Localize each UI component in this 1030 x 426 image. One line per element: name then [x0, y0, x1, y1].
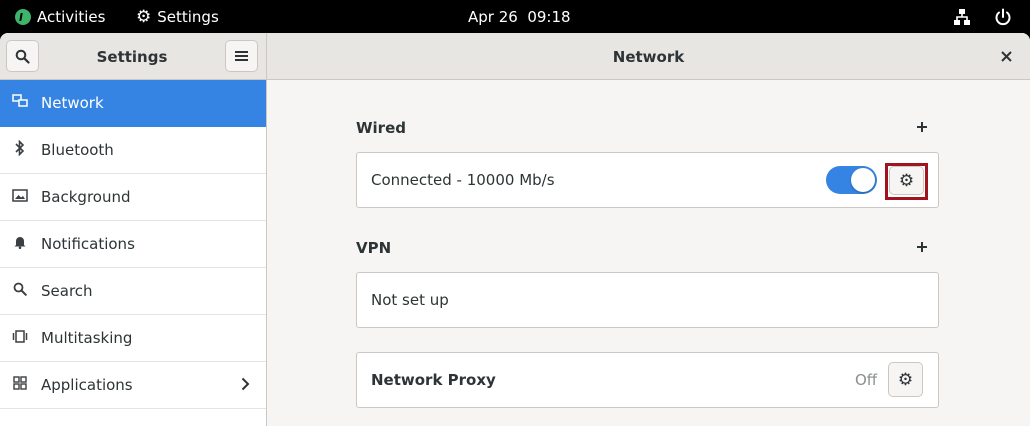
sidebar-item-label: Network [41, 94, 104, 112]
settings-window: Settings Network Network Bluetooth Backg… [0, 33, 1030, 426]
search-button[interactable] [6, 40, 39, 72]
proxy-settings-button[interactable]: ⚙ [888, 362, 923, 397]
gear-icon: ⚙ [898, 170, 915, 191]
wired-settings-button[interactable]: ⚙ [889, 166, 924, 195]
gear-icon: ⚙ [136, 6, 152, 27]
add-wired-button[interactable] [912, 116, 932, 138]
sidebar-item-multitasking[interactable]: Multitasking [0, 315, 266, 362]
bluetooth-icon [12, 139, 28, 160]
sidebar-item-background[interactable]: Background [0, 174, 266, 221]
page-title: Network [612, 47, 685, 66]
distro-logo-icon [15, 8, 31, 25]
bell-icon [12, 235, 28, 253]
search-icon [15, 49, 30, 64]
sidebar-item-label: Bluetooth [41, 141, 114, 159]
sidebar-item-applications[interactable]: Applications [0, 362, 266, 409]
vpn-section-title: VPN [356, 239, 392, 257]
app-menu-label: Settings [157, 7, 219, 26]
sidebar-item-search[interactable]: Search [0, 268, 266, 315]
sidebar-item-label: Notifications [41, 235, 135, 253]
proxy-label: Network Proxy [371, 371, 496, 389]
network-proxy-row[interactable]: Network Proxy Off ⚙ [356, 352, 939, 408]
vpn-row: Not set up [356, 272, 939, 328]
gear-icon: ⚙ [897, 369, 914, 390]
close-button[interactable] [1001, 46, 1012, 67]
sidebar-item-label: Background [41, 188, 131, 206]
plus-icon [917, 122, 927, 132]
sidebar-title: Settings [96, 47, 168, 66]
wired-status: Connected - 10000 Mb/s [371, 171, 555, 189]
proxy-status: Off [855, 371, 878, 389]
sidebar-item-label: Multitasking [41, 329, 133, 347]
add-vpn-button[interactable] [912, 236, 932, 258]
content-header: Network [267, 33, 1030, 80]
search-icon [12, 282, 28, 300]
toggle-knob [851, 168, 875, 192]
sidebar-header: Settings [0, 33, 267, 80]
sidebar-item-label: Applications [41, 376, 133, 394]
main-menu-button[interactable] [225, 40, 258, 72]
sidebar-item-network[interactable]: Network [0, 80, 266, 127]
activities-label: Activities [37, 7, 106, 26]
power-icon[interactable] [994, 0, 1012, 33]
sidebar-item-label: Search [41, 282, 93, 300]
network-panel: Wired Connected - 10000 Mb/s ⚙ VPN Not s… [267, 80, 1030, 426]
network-icon [12, 94, 28, 112]
sidebar-item-bluetooth[interactable]: Bluetooth [0, 127, 266, 174]
close-icon [1001, 51, 1012, 62]
network-status-icon[interactable] [953, 0, 971, 33]
hamburger-icon [235, 51, 248, 61]
chevron-right-icon [241, 376, 250, 395]
sidebar: Network Bluetooth Background Notificatio… [0, 80, 267, 426]
plus-icon [917, 242, 927, 252]
app-menu-button[interactable]: ⚙ Settings [136, 0, 219, 33]
wired-connection-row: Connected - 10000 Mb/s ⚙ [356, 152, 939, 208]
wired-section-title: Wired [356, 119, 406, 137]
top-bar: Activities ⚙ Settings Apr 26 09:18 [0, 0, 1030, 33]
background-icon [12, 188, 28, 206]
activities-button[interactable]: Activities [15, 0, 105, 33]
sidebar-item-notifications[interactable]: Notifications [0, 221, 266, 268]
multitasking-icon [12, 329, 28, 347]
vpn-status: Not set up [371, 291, 449, 309]
clock[interactable]: Apr 26 09:18 [468, 0, 571, 33]
applications-icon [12, 376, 28, 394]
wired-toggle-switch[interactable] [826, 166, 877, 194]
